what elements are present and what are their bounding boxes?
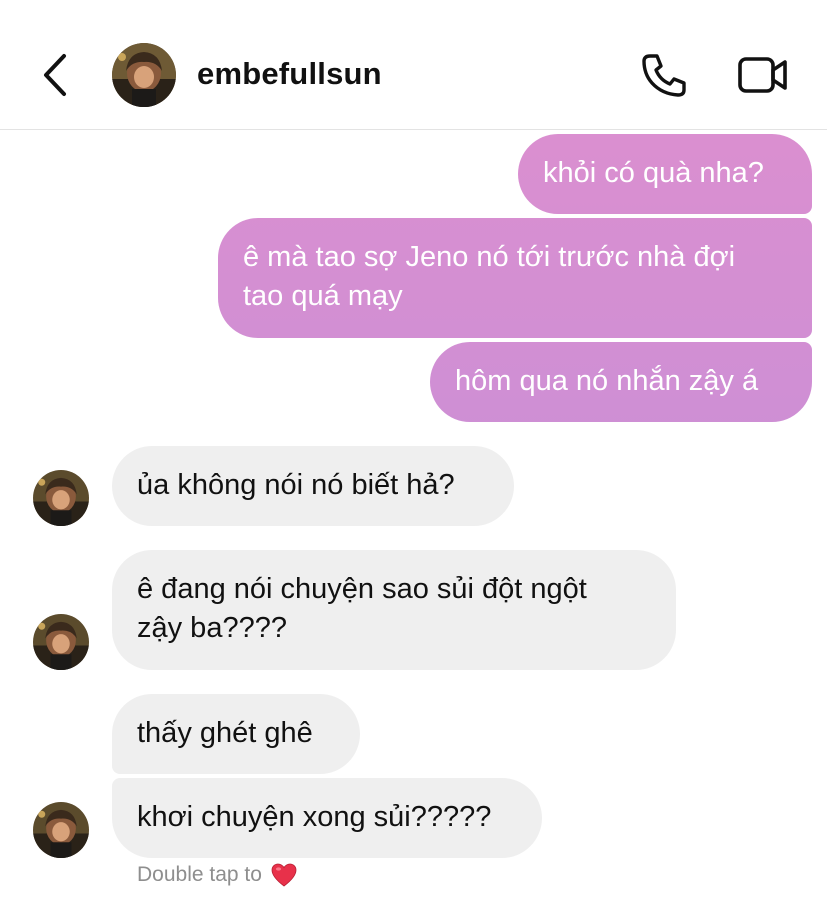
message-text: ủa không nói nó biết hả? <box>137 469 455 501</box>
hint-text: Double tap to <box>137 863 262 886</box>
message-text-line: ê mà tao sợ Jeno nó tới trước nhà đợi <box>243 241 736 273</box>
profile-avatar[interactable] <box>112 43 176 107</box>
avatar-photo-icon <box>33 802 89 858</box>
chat-username[interactable]: embefullsun <box>197 56 382 92</box>
phone-icon <box>642 54 686 97</box>
avatar-photo-icon <box>112 43 176 107</box>
message-text: khỏi có quà nha? <box>543 157 764 189</box>
received-message-bubble[interactable]: ê đang nói chuyện sao sủi đột ngột zậy b… <box>112 550 676 670</box>
double-tap-reaction-hint[interactable]: Double tap to <box>137 862 298 888</box>
video-camera-icon <box>738 57 787 93</box>
avatar-photo-icon <box>33 470 89 526</box>
sent-message-bubble[interactable]: ê mà tao sợ Jeno nó tới trước nhà đợi ta… <box>218 218 812 338</box>
video-call-button[interactable] <box>736 52 790 98</box>
received-message-bubble[interactable]: khơi chuyện xong sủi????? <box>112 778 542 858</box>
audio-call-button[interactable] <box>640 52 690 98</box>
avatar-photo-icon <box>33 614 89 670</box>
back-button[interactable] <box>34 50 78 100</box>
received-message-bubble[interactable]: thấy ghét ghê <box>112 694 360 774</box>
sent-message-bubble[interactable]: hôm qua nó nhắn zậy á <box>430 342 812 422</box>
sender-avatar[interactable] <box>33 614 89 670</box>
chevron-left-icon <box>44 54 66 96</box>
message-text-line: tao quá mạy <box>243 280 403 312</box>
heart-emoji-icon <box>270 862 298 888</box>
received-message-bubble[interactable]: ủa không nói nó biết hả? <box>112 446 514 526</box>
message-text-line: zậy ba???? <box>137 612 287 644</box>
message-text: khơi chuyện xong sủi????? <box>137 801 492 833</box>
sender-avatar[interactable] <box>33 802 89 858</box>
sent-message-bubble[interactable]: khỏi có quà nha? <box>518 134 812 214</box>
message-text: hôm qua nó nhắn zậy á <box>455 365 759 397</box>
message-text: thấy ghét ghê <box>137 717 313 749</box>
chat-header: embefullsun <box>0 0 827 130</box>
sender-avatar[interactable] <box>33 470 89 526</box>
message-text-line: ê đang nói chuyện sao sủi đột ngột <box>137 573 587 605</box>
